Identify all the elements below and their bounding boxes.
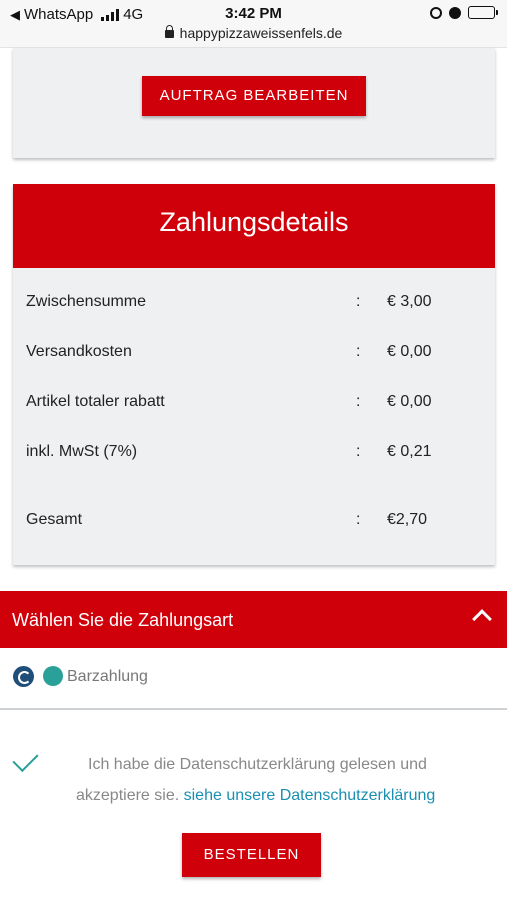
summary-value: € 0,21	[387, 443, 432, 460]
summary-row-shipping: Versandkosten : € 0,00	[13, 343, 495, 367]
payment-radio-cash[interactable]	[43, 666, 63, 686]
summary-colon: :	[356, 343, 361, 360]
summary-label: Versandkosten	[26, 343, 132, 360]
lock-icon	[164, 25, 174, 38]
summary-colon: :	[356, 293, 361, 310]
payment-details-card: Zahlungsdetails Zwischensumme : € 3,00 V…	[13, 184, 495, 565]
consent-text-line2: akzeptiere sie. siehe unsere Datenschutz…	[0, 787, 507, 805]
status-bar: ◀ WhatsApp 4G 3:42 PM happypizzaweissenf…	[0, 0, 507, 48]
chevron-up-icon[interactable]	[472, 609, 492, 629]
payment-method-header[interactable]: Wählen Sie die Zahlungsart	[0, 591, 507, 648]
edit-order-button[interactable]: AUFTRAG BEARBEITEN	[142, 76, 366, 116]
order-card: AUFTRAG BEARBEITEN	[13, 48, 495, 158]
summary-row-discount: Artikel totaler rabatt : € 0,00	[13, 393, 495, 417]
summary-row-vat: inkl. MwSt (7%) : € 0,21	[13, 443, 495, 467]
summary-colon: :	[356, 393, 361, 410]
payment-details-title: Zahlungsdetails	[13, 184, 495, 268]
summary-value: € 0,00	[387, 343, 432, 360]
summary-row-total: Gesamt : €2,70	[13, 511, 495, 535]
summary-value: € 0,00	[387, 393, 432, 410]
summary-label: inkl. MwSt (7%)	[26, 443, 138, 460]
url-bar[interactable]: happypizzaweissenfels.de	[0, 25, 507, 41]
summary-value: € 3,00	[387, 293, 432, 310]
battery-icon	[468, 6, 498, 19]
consent-text: akzeptiere sie.	[76, 787, 180, 804]
payment-method-title: Wählen Sie die Zahlungsart	[12, 610, 234, 630]
summary-colon: :	[356, 443, 361, 460]
summary-label: Gesamt	[26, 511, 83, 528]
payment-option-label[interactable]: Barzahlung	[67, 668, 148, 686]
privacy-policy-link[interactable]: siehe unsere Datenschutzerklärung	[184, 787, 436, 804]
place-order-button[interactable]: BESTELLEN	[182, 833, 321, 877]
alarm-icon	[449, 6, 461, 19]
rotation-lock-icon	[430, 6, 442, 19]
consent-text-line1: Ich habe die Datenschutzerklärung gelese…	[88, 756, 427, 773]
summary-colon: :	[356, 511, 361, 528]
summary-label: Artikel totaler rabatt	[26, 393, 165, 410]
status-icons	[430, 6, 498, 19]
summary-value: €2,70	[387, 511, 428, 528]
summary-row-subtotal: Zwischensumme : € 3,00	[13, 293, 495, 317]
url-text: happypizzaweissenfels.de	[179, 25, 343, 41]
payment-method-options: Barzahlung	[0, 648, 507, 710]
cash-payment-icon	[13, 666, 34, 687]
summary-label: Zwischensumme	[26, 293, 147, 310]
